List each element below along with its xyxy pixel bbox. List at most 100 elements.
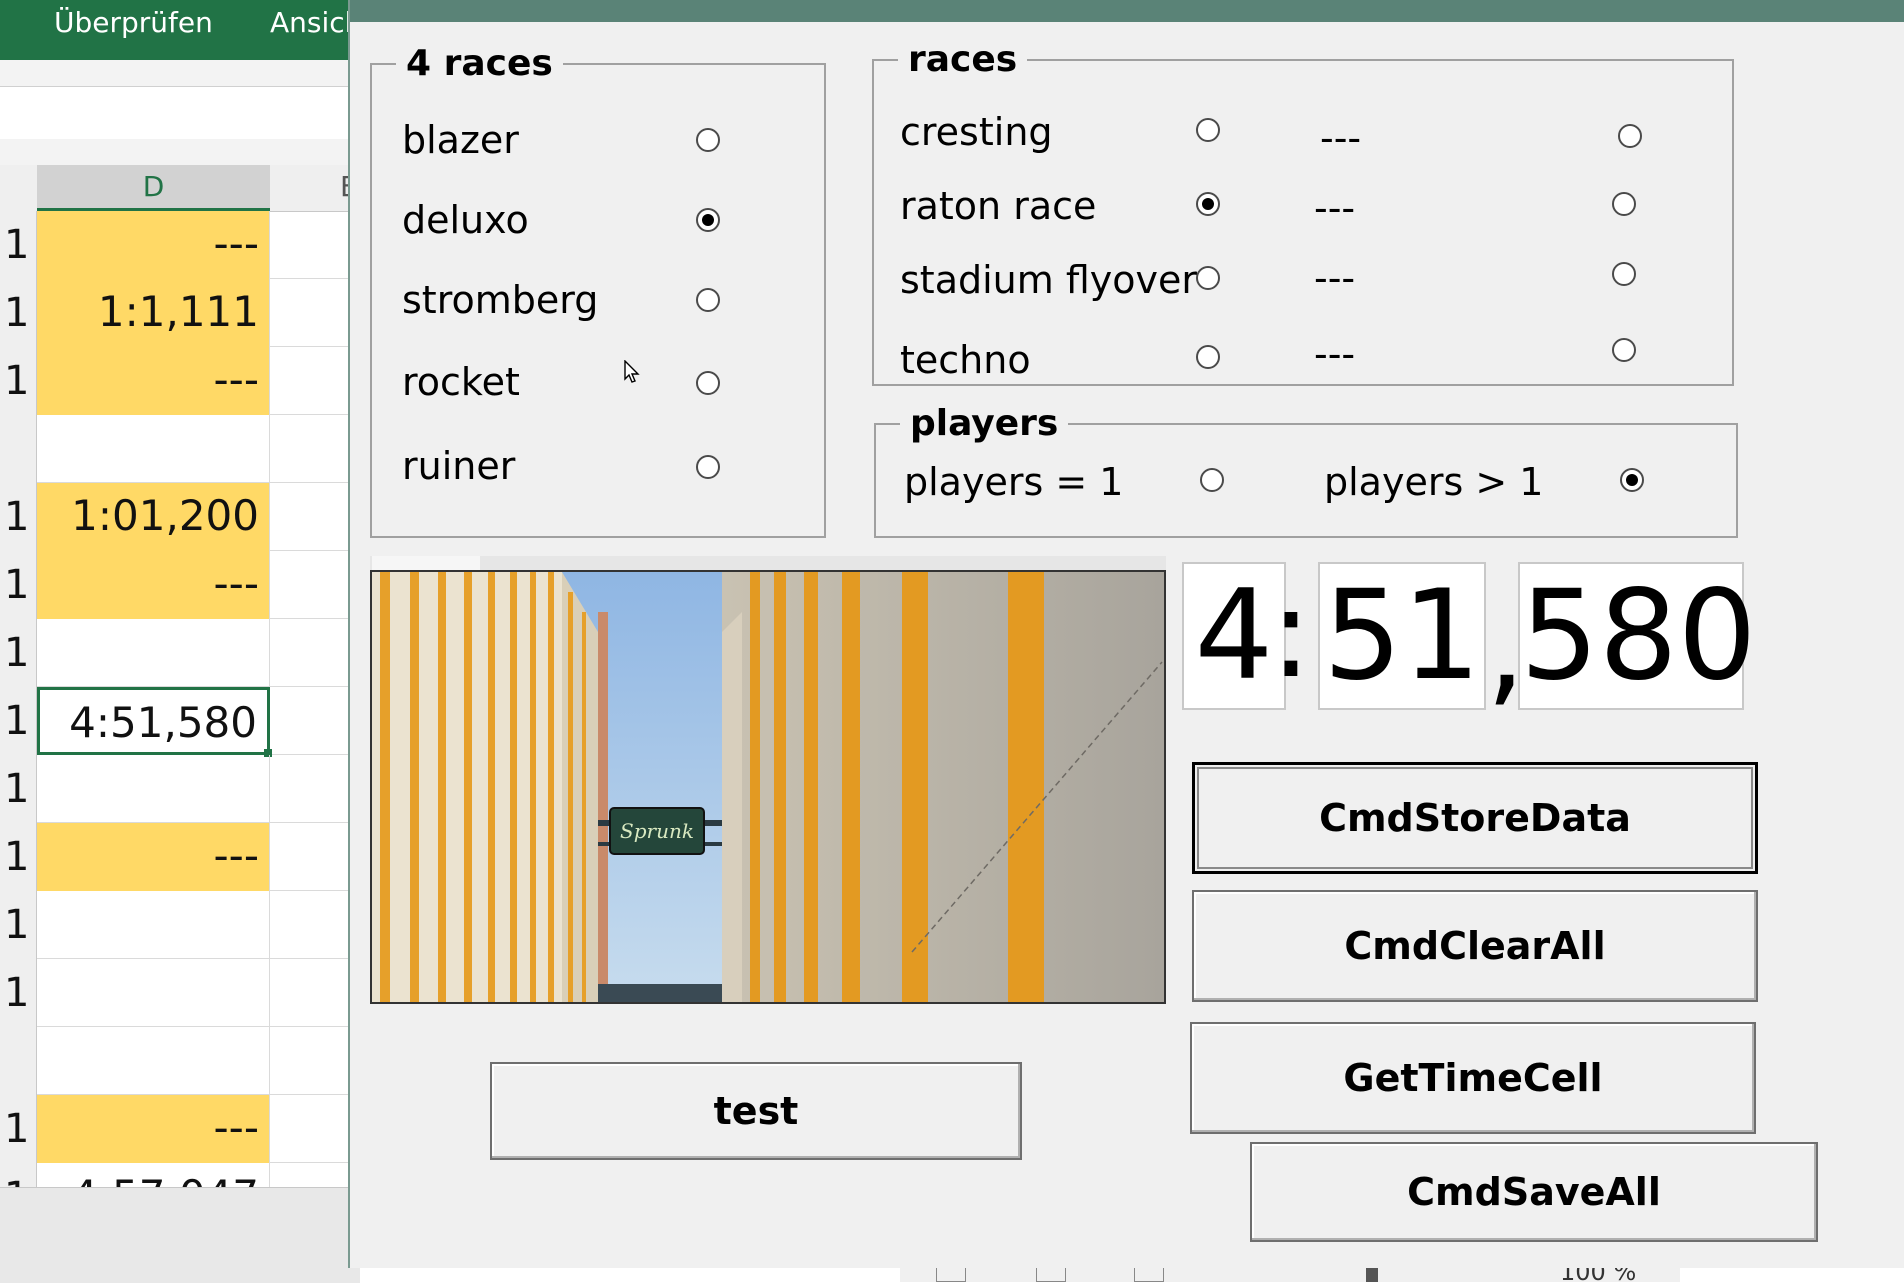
table-row: 1 1:01,200 [0,483,360,551]
column-header-d[interactable]: D [37,165,270,211]
races-frame-title: races [908,39,1018,80]
race-radio-raton-race[interactable] [1196,192,1220,216]
page-break-icon[interactable] [1134,1266,1164,1282]
cell-d[interactable]: 1:01,200 [37,483,270,551]
race-option-label-cresting[interactable]: cresting [900,110,1053,154]
row-number[interactable]: 1 [0,211,37,279]
row-number[interactable]: 1 [0,347,37,415]
players-many-label[interactable]: players > 1 [1324,460,1543,504]
race-pair-label-3[interactable]: --- [1314,256,1355,300]
cell-d[interactable]: --- [37,211,270,279]
table-row: 1 [0,619,360,687]
table-row: 1 --- [0,823,360,891]
race-radio-cresting[interactable] [1196,118,1220,142]
cell-d[interactable] [37,415,270,483]
row-number[interactable] [0,415,37,483]
race-pair-label-2[interactable]: --- [1314,186,1355,230]
race-pair-label-4[interactable]: --- [1314,332,1355,376]
row-number[interactable]: 1 [0,687,37,755]
clear-all-button[interactable]: CmdClearAll [1192,890,1758,1002]
test-button[interactable]: test [490,1062,1022,1160]
car-option-label-ruiner[interactable]: ruiner [402,444,515,488]
sheet-gap [0,139,360,165]
userform-window: 4 races blazer deluxo stromberg rocket r… [348,0,1904,1268]
row-number[interactable]: 1 [0,823,37,891]
cell-d[interactable]: --- [37,347,270,415]
get-time-cell-button[interactable]: GetTimeCell [1190,1022,1756,1134]
active-cell-value: 4:51,580 [69,698,257,747]
row-number[interactable]: 1 [0,959,37,1027]
race-radio-techno[interactable] [1196,345,1220,369]
cell-d[interactable]: 1:1,111 [37,279,270,347]
row-number[interactable]: 1 [0,483,37,551]
store-data-button[interactable]: CmdStoreData [1192,762,1758,874]
save-all-button[interactable]: CmdSaveAll [1250,1142,1818,1242]
cell-d[interactable]: --- [37,823,270,891]
race-pair-radio-4[interactable] [1612,338,1636,362]
car-radio-ruiner[interactable] [696,455,720,479]
cell-d[interactable]: --- [37,551,270,619]
race-radio-stadium-flyover[interactable] [1196,266,1220,290]
car-option-label-deluxo[interactable]: deluxo [402,198,529,242]
row-number[interactable]: 1 [0,279,37,347]
race-option-label-raton-race[interactable]: raton race [900,184,1096,228]
car-option-label-stromberg[interactable]: stromberg [402,278,598,322]
cell-d[interactable] [37,755,270,823]
table-row: 1 4:51,580 [0,687,360,757]
zoom-slider-thumb[interactable] [1366,1268,1378,1282]
car-option-label-rocket[interactable]: rocket [402,360,520,404]
table-row: 1 --- [0,347,360,415]
row-number[interactable]: 1 [0,891,37,959]
row-number[interactable]: 1 [0,1163,37,1187]
race-option-label-techno[interactable]: techno [900,338,1031,382]
row-number[interactable]: 1 [0,619,37,687]
timer-colon: : [1270,562,1312,706]
userform-titlebar[interactable] [350,0,1904,22]
sprunk-sign-text: Sprunk [620,819,694,843]
timer-millis[interactable]: 580 [1518,562,1757,710]
cars-frame-title: 4 races [406,43,553,84]
players-one-radio[interactable] [1200,468,1224,492]
worksheet-grid[interactable]: 1 --- 1 1:1,111 1 --- 1 1:01,200 1 --- 1… [0,211,360,1187]
image-header-strip [370,556,1166,570]
cell-d[interactable]: 4:57,047 [37,1163,270,1187]
race-pair-radio-1[interactable] [1618,124,1642,148]
cell-d[interactable] [37,891,270,959]
row-number[interactable]: 1 [0,551,37,619]
row-number[interactable] [0,1027,37,1095]
players-many-radio[interactable] [1620,468,1644,492]
row-number[interactable]: 1 [0,1095,37,1163]
table-row: 1 --- [0,211,360,279]
mouse-cursor-icon [624,360,640,383]
cell-d[interactable] [37,959,270,1027]
race-pair-radio-3[interactable] [1612,262,1636,286]
race-pair-label-1[interactable]: --- [1320,116,1361,160]
ribbon-tab-review[interactable]: Überprüfen [54,0,213,46]
ribbon-collapsed-area [0,60,360,86]
formula-bar[interactable] [0,86,360,140]
car-radio-deluxo[interactable] [696,208,720,232]
race-option-label-stadium-flyover[interactable]: stadium flyover [900,258,1197,302]
table-row [0,415,360,483]
table-row: 1 4:57,047 [0,1163,360,1187]
table-row: 1 --- [0,1095,360,1163]
cell-d[interactable] [37,619,270,687]
players-frame-title: players [910,403,1059,444]
race-screenshot: Sprunk [370,570,1166,1004]
cell-d[interactable] [37,1027,270,1095]
normal-view-icon[interactable] [936,1266,966,1282]
car-radio-rocket[interactable] [696,371,720,395]
car-radio-blazer[interactable] [696,128,720,152]
cell-d[interactable]: --- [37,1095,270,1163]
column-header-row: D E [0,165,360,212]
row-number[interactable]: 1 [0,755,37,823]
page-layout-icon[interactable] [1036,1266,1066,1282]
car-option-label-blazer[interactable]: blazer [402,118,519,162]
table-row [0,1027,360,1095]
sheet-tabs-bar [0,1187,360,1283]
active-cell[interactable]: 4:51,580 [37,687,272,757]
players-one-label[interactable]: players = 1 [904,460,1123,504]
timer-seconds[interactable]: 51 [1318,562,1486,710]
car-radio-stromberg[interactable] [696,288,720,312]
race-pair-radio-2[interactable] [1612,192,1636,216]
